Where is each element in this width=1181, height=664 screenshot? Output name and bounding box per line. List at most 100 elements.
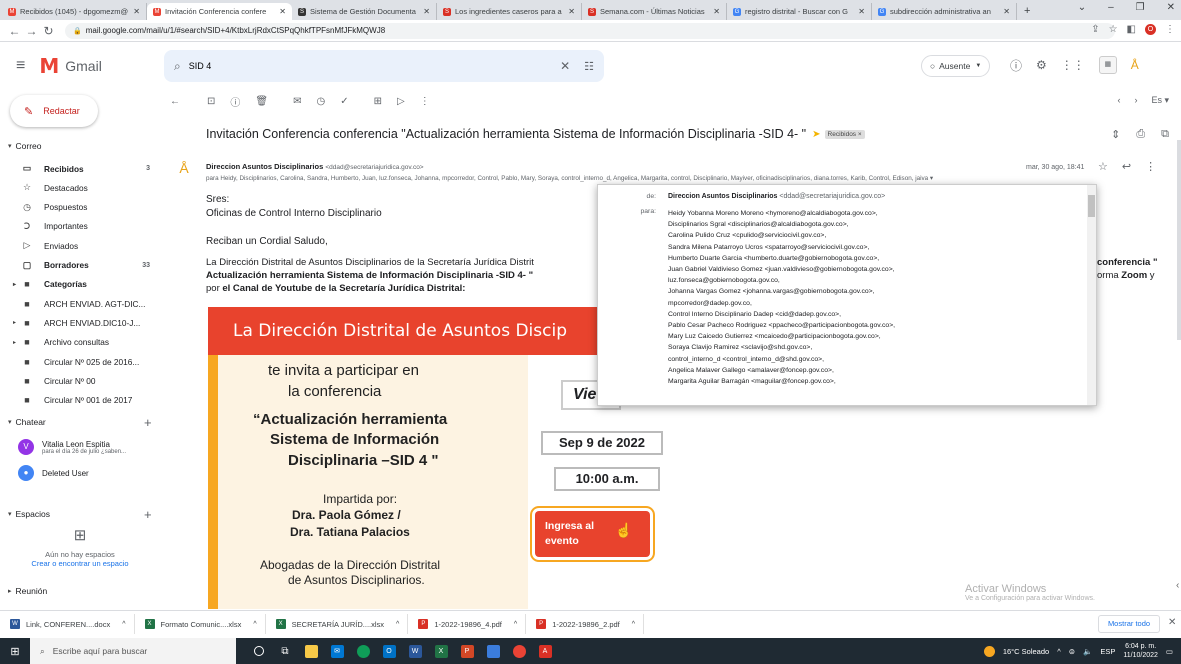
weather-text[interactable]: 16°C Soleado bbox=[1003, 647, 1049, 656]
prev-message-icon[interactable]: ‹ bbox=[1117, 95, 1120, 106]
close-tab-icon[interactable]: ✕ bbox=[568, 7, 575, 16]
close-downloads-icon[interactable]: ✕ bbox=[1168, 617, 1176, 628]
page-scrollbar[interactable] bbox=[1177, 140, 1181, 340]
gmail-logo[interactable]: M Gmail bbox=[39, 54, 101, 78]
share-icon[interactable]: ⇪ bbox=[1091, 24, 1099, 35]
browser-tab[interactable]: Gregistro distrital - Buscar con G ✕ bbox=[727, 3, 872, 20]
browser-tab[interactable]: M Invitación Conferencia confere ✕ bbox=[147, 3, 292, 20]
more-options-icon[interactable]: ⋮ bbox=[420, 96, 430, 107]
section-meet[interactable]: ▸ Reunión bbox=[8, 586, 47, 596]
report-spam-icon[interactable]: ⓘ bbox=[230, 94, 240, 109]
new-tab-button[interactable]: + bbox=[1017, 3, 1037, 20]
search-icon[interactable]: ⌕ bbox=[174, 59, 181, 74]
chat-item[interactable]: ● Deleted User bbox=[18, 465, 158, 481]
new-chat-plus-icon[interactable]: + bbox=[144, 415, 152, 430]
label-icon[interactable]: ▷ bbox=[397, 96, 405, 107]
compose-button[interactable]: ✎ Redactar bbox=[10, 95, 98, 127]
clock[interactable]: 6:04 p. m. 11/10/2022 bbox=[1123, 642, 1158, 660]
outlook-icon[interactable]: O bbox=[376, 638, 402, 664]
close-tab-icon[interactable]: ✕ bbox=[713, 7, 720, 16]
sidebar-item[interactable]: ◷ Pospuestos bbox=[0, 198, 158, 217]
mail-icon[interactable]: ✉ bbox=[324, 638, 350, 664]
next-message-icon[interactable]: › bbox=[1134, 95, 1137, 106]
forward-icon[interactable]: → bbox=[23, 24, 40, 38]
browser-tab[interactable]: S Sistema de Gestión Documenta ✕ bbox=[292, 3, 437, 20]
close-tab-icon[interactable]: ✕ bbox=[423, 7, 430, 16]
sidebar-item[interactable]: ▸ ■ Archivo consultas bbox=[0, 333, 158, 352]
create-space-link[interactable]: Crear o encontrar un espacio bbox=[0, 559, 160, 568]
cortana-icon[interactable] bbox=[246, 638, 272, 664]
sender-name[interactable]: Direccion Asuntos Disciplinarios bbox=[206, 162, 323, 171]
file-explorer-icon[interactable] bbox=[298, 638, 324, 664]
tab-search-icon[interactable]: ⌄ bbox=[1078, 2, 1086, 13]
sidebar-item[interactable]: Ↄ Importantes bbox=[0, 217, 158, 236]
browser-tab[interactable]: S Los ingredientes caseros para a ✕ bbox=[437, 3, 582, 20]
tray-chevron-icon[interactable]: ^ bbox=[1057, 647, 1061, 656]
chat-item[interactable]: V Vitalia Leon Espitia para el día 26 de j… bbox=[18, 439, 158, 455]
sidebar-item[interactable]: ▸ ■ ARCH ENVIAD.DIC10-J... bbox=[0, 313, 158, 332]
sidebar-item[interactable]: ■ Circular Nº 025 de 2016... bbox=[0, 352, 158, 371]
popup-scroll-thumb[interactable] bbox=[1088, 195, 1095, 217]
reload-icon[interactable]: ↻ bbox=[40, 24, 57, 38]
browser-tab[interactable]: Gsubdirección administrativa an ✕ bbox=[872, 3, 1017, 20]
main-menu-icon[interactable]: ≡ bbox=[16, 57, 25, 75]
close-tab-icon[interactable]: ✕ bbox=[1003, 7, 1010, 16]
reply-icon[interactable]: ↩ bbox=[1122, 160, 1131, 173]
new-space-plus-icon[interactable]: + bbox=[144, 507, 152, 522]
input-tools-icon[interactable]: Es ▾ bbox=[1151, 95, 1169, 106]
powerpoint-icon[interactable]: P bbox=[454, 638, 480, 664]
download-item[interactable]: P 1-2022-19896_4.pdf ^ bbox=[418, 614, 527, 634]
expand-arrow-icon[interactable]: ▸ bbox=[13, 319, 16, 326]
sidebar-item[interactable]: ▸ ■ Categorías bbox=[0, 275, 158, 294]
expand-arrow-icon[interactable]: ▸ bbox=[13, 339, 16, 346]
recipients-summary[interactable]: para Heidy, Disciplinarios, Carolina, Sa… bbox=[206, 175, 1096, 182]
search-input[interactable] bbox=[188, 61, 561, 71]
language-indicator[interactable]: ESP bbox=[1100, 647, 1115, 656]
popup-scrollbar[interactable] bbox=[1087, 185, 1096, 405]
minimize-button[interactable]: – bbox=[1108, 2, 1114, 13]
side-panel-toggle-icon[interactable]: ‹ bbox=[1176, 580, 1179, 591]
search-options-icon[interactable]: ☷ bbox=[584, 60, 594, 73]
sidebar-item[interactable]: ■ Circular Nº 001 de 2017 bbox=[0, 391, 158, 410]
download-menu-chevron-icon[interactable]: ^ bbox=[632, 621, 635, 628]
close-window-button[interactable]: ✕ bbox=[1167, 2, 1175, 13]
back-icon[interactable]: ← bbox=[6, 24, 23, 38]
notifications-icon[interactable]: ▭ bbox=[1166, 647, 1173, 656]
close-tab-icon[interactable]: ✕ bbox=[858, 7, 865, 16]
delete-icon[interactable]: 🗑 bbox=[255, 96, 268, 107]
download-menu-chevron-icon[interactable]: ^ bbox=[122, 621, 125, 628]
organization-logo[interactable]: ▦ bbox=[1098, 56, 1117, 74]
sidepanel-icon[interactable]: ◧ bbox=[1127, 24, 1136, 35]
chrome-icon[interactable] bbox=[506, 638, 532, 664]
profile-avatar[interactable]: O bbox=[1145, 24, 1156, 35]
expand-all-icon[interactable]: ⇕ bbox=[1111, 128, 1120, 141]
download-item[interactable]: X SECRETARÍA JURÍD....xlsx ^ bbox=[275, 614, 409, 634]
settings-gear-icon[interactable]: ⚙ bbox=[1036, 58, 1047, 72]
expand-arrow-icon[interactable]: ▸ bbox=[13, 281, 16, 288]
section-chat[interactable]: ▾ Chatear + bbox=[8, 415, 158, 430]
download-menu-chevron-icon[interactable]: ^ bbox=[514, 621, 517, 628]
account-avatar[interactable]: Å bbox=[1131, 58, 1139, 72]
more-vert-icon[interactable]: ⋮ bbox=[1145, 160, 1156, 173]
maximize-button[interactable]: ❐ bbox=[1136, 2, 1145, 13]
download-item[interactable]: W Link, CONFEREN....docx ^ bbox=[10, 614, 135, 634]
mark-unread-icon[interactable]: ✉ bbox=[293, 96, 301, 107]
task-view-icon[interactable]: ⧉ bbox=[272, 638, 298, 664]
network-icon[interactable]: ⊜ bbox=[1069, 647, 1075, 656]
print-icon[interactable]: ⎙ bbox=[1136, 128, 1145, 141]
star-icon[interactable]: ☆ bbox=[1098, 160, 1108, 173]
taskbar-search[interactable]: ⌕ Escribe aquí para buscar bbox=[30, 638, 236, 664]
show-all-downloads-button[interactable]: Mostrar todo bbox=[1098, 615, 1160, 633]
windows-start-icon[interactable]: ⊞ bbox=[0, 645, 30, 658]
sidebar-item[interactable]: ■ Circular Nº 00 bbox=[0, 371, 158, 390]
close-tab-icon[interactable]: ✕ bbox=[279, 7, 286, 16]
download-item[interactable]: P 1-2022-19896_2.pdf ^ bbox=[536, 614, 645, 634]
sidebar-item[interactable]: ▭ Recibidos 3 bbox=[0, 159, 158, 178]
help-icon[interactable]: ⓘ bbox=[1010, 57, 1022, 74]
clear-search-icon[interactable]: ✕ bbox=[560, 59, 570, 73]
sidebar-item[interactable]: ▢ Borradores 33 bbox=[0, 256, 158, 275]
browser-tab[interactable]: S Semana.com - Últimas Noticias ✕ bbox=[582, 3, 727, 20]
close-tab-icon[interactable]: ✕ bbox=[133, 7, 140, 16]
move-to-icon[interactable]: ⊞ bbox=[374, 96, 382, 107]
sidebar-item[interactable]: ☆ Destacados bbox=[0, 178, 158, 197]
